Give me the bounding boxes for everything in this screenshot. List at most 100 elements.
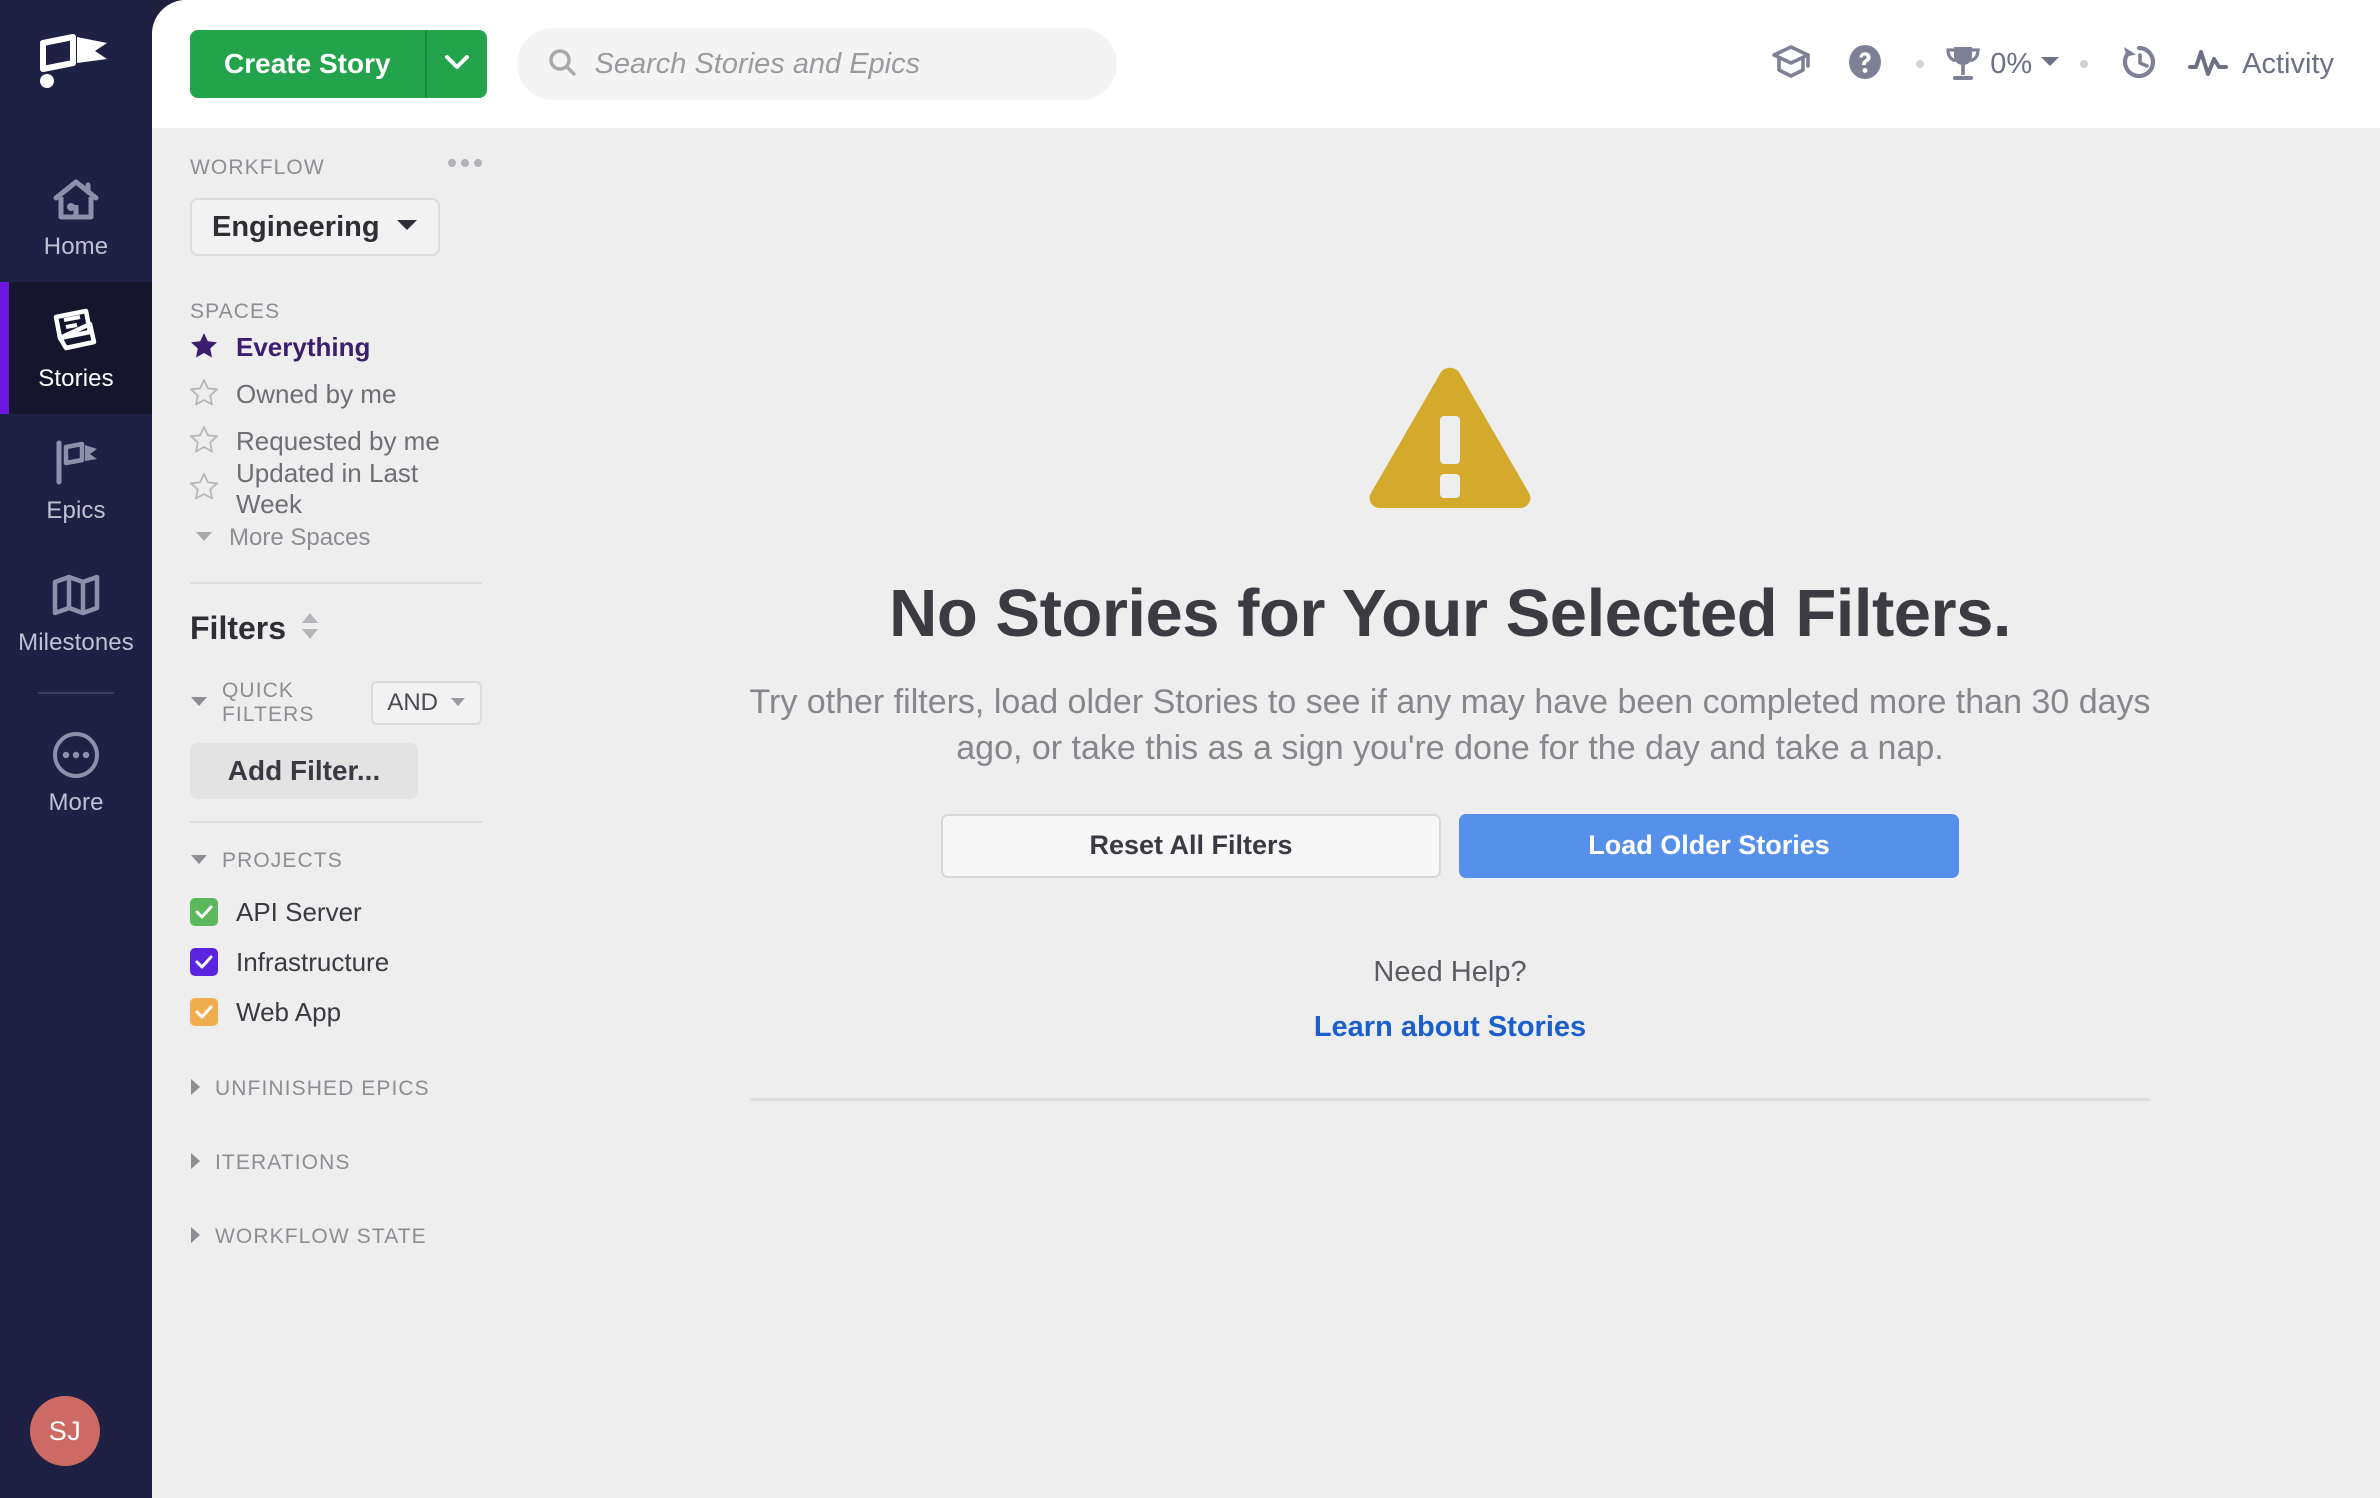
panel-divider <box>190 582 482 584</box>
checkbox-checked-icon[interactable] <box>190 948 218 976</box>
history-clock-icon <box>2119 42 2159 87</box>
sidebar-item-label: Epics <box>46 496 106 524</box>
app-root: Home Stories Epics Milestones More SJ Cr… <box>0 0 2380 1498</box>
workflow-select[interactable]: Engineering <box>190 198 440 256</box>
sidebar-item-home[interactable]: Home <box>0 150 152 282</box>
sidebar-item-stories[interactable]: Stories <box>0 282 152 414</box>
project-item-label: Infrastructure <box>236 946 390 977</box>
more-spaces-label: More Spaces <box>229 524 371 551</box>
quick-filters-header: QUICK FILTERS AND <box>190 679 482 727</box>
graduation-cap-icon <box>1770 42 1812 87</box>
progress-trophy-button[interactable]: 0% <box>1938 42 2066 87</box>
workflow-value: Engineering <box>212 210 380 243</box>
star-outline-icon <box>190 378 218 411</box>
create-story-dropdown-button[interactable] <box>424 30 487 98</box>
clubhouse-flag-logo-icon[interactable] <box>36 28 116 98</box>
progress-percent: 0% <box>1990 47 2033 80</box>
filters-title: Filters <box>190 610 287 646</box>
home-icon <box>52 172 100 226</box>
create-story-split-button: Create Story <box>190 30 487 98</box>
milestones-map-icon <box>51 568 101 622</box>
sidebar-item-label: Stories <box>38 364 114 392</box>
star-outline-icon <box>190 425 218 458</box>
reset-all-filters-button[interactable]: Reset All Filters <box>941 813 1441 878</box>
space-item-everything[interactable]: Everything <box>190 324 482 371</box>
page-title: No Stories for Your Selected Filters. <box>888 576 2012 651</box>
space-item-owned-by-me[interactable]: Owned by me <box>190 371 482 418</box>
avatar-initials: SJ <box>48 1415 82 1446</box>
space-item-label: Updated in Last Week <box>236 457 419 519</box>
caret-right-icon <box>190 1078 201 1101</box>
activity-button[interactable]: Activity <box>2176 45 2340 84</box>
iterations-label: ITERATIONS <box>215 1151 351 1174</box>
caret-down-icon <box>190 852 208 870</box>
project-item-infrastructure[interactable]: Infrastructure <box>190 937 482 987</box>
search-icon <box>547 47 577 82</box>
projects-toggle[interactable]: PROJECTS <box>190 849 482 873</box>
iterations-toggle[interactable]: ITERATIONS <box>190 1141 482 1185</box>
caret-right-icon <box>190 1226 201 1249</box>
load-older-stories-button[interactable]: Load Older Stories <box>1459 813 1959 878</box>
main-content: No Stories for Your Selected Filters. Tr… <box>520 128 2380 1498</box>
warning-triangle-icon <box>1366 364 1534 515</box>
sidebar-item-epics[interactable]: Epics <box>0 414 152 546</box>
avatar[interactable]: SJ <box>30 1396 100 1466</box>
activity-label: Activity <box>2242 47 2334 80</box>
unfinished-epics-toggle[interactable]: UNFINISHED EPICS <box>190 1067 482 1111</box>
space-item-label: Owned by me <box>236 379 397 409</box>
topbar-separator-dot <box>1916 60 1925 68</box>
project-item-api-server[interactable]: API Server <box>190 887 482 937</box>
topbar-separator-dot <box>2080 60 2089 68</box>
unfinished-epics-label: UNFINISHED EPICS <box>215 1077 430 1100</box>
projects-list: API Server Infrastructure Web App <box>190 887 482 1037</box>
and-or-select[interactable]: AND <box>371 681 482 725</box>
caret-down-icon <box>190 694 208 712</box>
app-content: Create Story Search Stories and Epics 0%… <box>152 0 2380 1498</box>
help-button[interactable] <box>1828 27 1902 101</box>
trophy-icon <box>1944 42 1982 87</box>
need-help-label: Need Help? <box>1373 955 1527 988</box>
quick-filters-label: QUICK FILTERS <box>222 679 315 726</box>
add-filter-button[interactable]: Add Filter... <box>190 743 418 799</box>
caret-right-icon <box>190 1152 201 1175</box>
learn-button[interactable] <box>1754 27 1828 101</box>
checkbox-checked-icon[interactable] <box>190 998 218 1026</box>
sidebar-item-label: Home <box>43 232 109 260</box>
panel-divider <box>190 821 482 823</box>
more-spaces-toggle[interactable]: More Spaces <box>190 516 482 560</box>
caret-down-icon <box>396 218 418 237</box>
space-item-updated-in-last-week[interactable]: Updated in Last Week <box>190 458 482 519</box>
question-circle-icon <box>1845 42 1885 87</box>
workflow-header: WORKFLOW <box>190 156 482 180</box>
checkbox-checked-icon[interactable] <box>190 898 218 926</box>
main-divider <box>750 1097 2150 1101</box>
and-or-value: AND <box>387 689 438 716</box>
workflow-state-label: WORKFLOW STATE <box>215 1225 427 1248</box>
learn-about-stories-link[interactable]: Learn about Stories <box>1314 1011 1586 1044</box>
history-button[interactable] <box>2102 27 2176 101</box>
filter-panel: WORKFLOW Engineering SPACES Everything O… <box>152 128 520 1498</box>
workflow-state-toggle[interactable]: WORKFLOW STATE <box>190 1215 482 1259</box>
more-ellipsis-circle-icon <box>52 728 100 782</box>
topbar-actions: 0% Activity <box>1754 27 2340 101</box>
primary-nav-rail: Home Stories Epics Milestones More SJ <box>0 0 152 1498</box>
quick-filters-toggle[interactable]: QUICK FILTERS <box>190 679 371 727</box>
sidebar-item-milestones[interactable]: Milestones <box>0 546 152 678</box>
more-options-icon[interactable] <box>448 156 482 167</box>
create-story-button[interactable]: Create Story <box>190 30 425 98</box>
project-item-label: API Server <box>236 896 362 927</box>
search-input[interactable]: Search Stories and Epics <box>516 28 1117 100</box>
sort-updown-icon[interactable] <box>300 612 320 645</box>
empty-state-actions: Reset All Filters Load Older Stories <box>941 813 1959 878</box>
search-placeholder: Search Stories and Epics <box>594 47 921 80</box>
sidebar-item-more[interactable]: More <box>0 706 152 838</box>
space-item-label: Everything <box>236 332 371 362</box>
sidebar-item-label: Milestones <box>18 628 134 656</box>
project-item-web-app[interactable]: Web App <box>190 987 482 1037</box>
star-outline-icon <box>190 472 218 505</box>
body: WORKFLOW Engineering SPACES Everything O… <box>152 128 2380 1498</box>
spaces-label: SPACES <box>190 300 281 323</box>
stories-icon <box>50 304 102 358</box>
filters-header: Filters <box>190 610 482 647</box>
caret-down-icon <box>195 529 213 547</box>
